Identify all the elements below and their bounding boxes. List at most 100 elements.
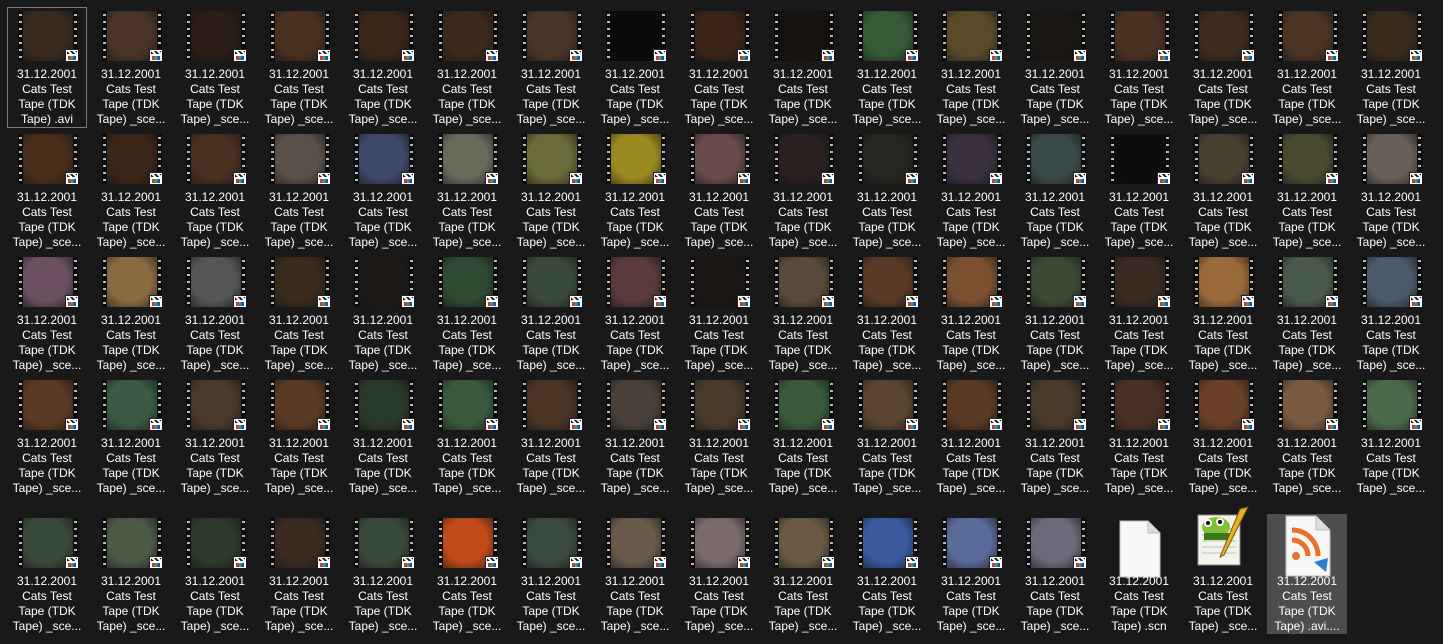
file-item[interactable]: 31.12.2001 Cats Test Tape (TDK Tape) _sce..… (427, 253, 507, 374)
video-thumbnail (18, 380, 78, 430)
file-item[interactable]: 31.12.2001 Cats Test Tape (TDK Tape) _sce..… (511, 7, 591, 128)
file-item[interactable]: 31.12.2001 Cats Test Tape (TDK Tape) _sce..… (1351, 7, 1431, 128)
file-item[interactable]: 31.12.2001 Cats Test Tape (TDK Tape) _sce..… (259, 253, 339, 374)
file-item[interactable]: 31.12.2001 Cats Test Tape (TDK Tape) _sce..… (175, 253, 255, 374)
file-item[interactable]: 31.12.2001 Cats Test Tape (TDK Tape) _sce..… (1183, 506, 1263, 634)
file-item[interactable]: 31.12.2001 Cats Test Tape (TDK Tape) _sce..… (91, 376, 171, 497)
file-item[interactable]: 31.12.2001 Cats Test Tape (TDK Tape) _sce..… (343, 130, 423, 251)
file-item[interactable]: 31.12.2001 Cats Test Tape (TDK Tape) _sce..… (595, 253, 675, 374)
file-item[interactable]: 31.12.2001 Cats Test Tape (TDK Tape) _sce..… (175, 130, 255, 251)
file-item[interactable]: 31.12.2001 Cats Test Tape (TDK Tape) _sce..… (175, 376, 255, 497)
file-item[interactable]: 31.12.2001 Cats Test Tape (TDK Tape) _sce..… (427, 7, 507, 128)
file-name: 31.12.2001 Cats Test Tape (TDK Tape) .avi (8, 67, 86, 127)
file-item[interactable]: 31.12.2001 Cats Test Tape (TDK Tape) _sce..… (1099, 7, 1179, 128)
file-item[interactable]: 31.12.2001 Cats Test Tape (TDK Tape) _sce..… (679, 130, 759, 251)
file-item[interactable]: 31.12.2001 Cats Test Tape (TDK Tape) _sce..… (1183, 376, 1263, 497)
file-item[interactable]: 31.12.2001 Cats Test Tape (TDK Tape) _sce..… (1099, 253, 1179, 374)
file-item[interactable]: 31.12.2001 Cats Test Tape (TDK Tape) _sce..… (763, 514, 843, 634)
file-item[interactable]: 31.12.2001 Cats Test Tape (TDK Tape) _sce..… (175, 514, 255, 634)
file-item[interactable]: 31.12.2001 Cats Test Tape (TDK Tape) _sce..… (259, 514, 339, 634)
file-item[interactable]: 31.12.2001 Cats Test Tape (TDK Tape) _sce..… (763, 7, 843, 128)
file-item[interactable]: 31.12.2001 Cats Test Tape (TDK Tape) _sce..… (847, 376, 927, 497)
file-name-line: Tape) _sce... (936, 358, 1006, 372)
file-item[interactable]: 31.12.2001 Cats Test Tape (TDK Tape) _sce..… (847, 253, 927, 374)
file-item[interactable]: 31.12.2001 Cats Test Tape (TDK Tape) _sce..… (1267, 7, 1347, 128)
file-item[interactable]: 31.12.2001 Cats Test Tape (TDK Tape) _sce..… (847, 7, 927, 128)
file-item[interactable]: 31.12.2001 Cats Test Tape (TDK Tape) _sce..… (91, 253, 171, 374)
file-item[interactable]: 31.12.2001 Cats Test Tape (TDK Tape) .scn (1099, 514, 1179, 634)
file-item[interactable]: 31.12.2001 Cats Test Tape (TDK Tape) _sce..… (931, 253, 1011, 374)
file-item[interactable]: 31.12.2001 Cats Test Tape (TDK Tape) _sce..… (679, 253, 759, 374)
file-name-line: Tape) _sce... (516, 235, 586, 249)
file-name-line: Cats Test (1030, 589, 1080, 603)
file-item[interactable]: 31.12.2001 Cats Test Tape (TDK Tape) .avi (7, 7, 87, 128)
file-item[interactable]: 31.12.2001 Cats Test Tape (TDK Tape) _sce..… (259, 130, 339, 251)
file-item[interactable]: 31.12.2001 Cats Test Tape (TDK Tape) _sce..… (931, 376, 1011, 497)
file-name-line: Tape (TDK (690, 604, 748, 618)
file-item[interactable]: 31.12.2001 Cats Test Tape (TDK Tape) _sce..… (847, 130, 927, 251)
file-item[interactable]: 31.12.2001 Cats Test Tape (TDK Tape) _sce..… (763, 376, 843, 497)
file-item[interactable]: 31.12.2001 Cats Test Tape (TDK Tape) _sce..… (427, 376, 507, 497)
file-item[interactable]: 31.12.2001 Cats Test Tape (TDK Tape) _sce..… (595, 376, 675, 497)
file-item[interactable]: 31.12.2001 Cats Test Tape (TDK Tape) _sce..… (91, 130, 171, 251)
file-item[interactable]: 31.12.2001 Cats Test Tape (TDK Tape) _sce..… (511, 253, 591, 374)
file-item[interactable]: 31.12.2001 Cats Test Tape (TDK Tape) _sce..… (595, 514, 675, 634)
file-name-line: 31.12.2001 (1024, 574, 1086, 588)
file-item[interactable]: 31.12.2001 Cats Test Tape (TDK Tape) _sce..… (1015, 253, 1095, 374)
file-item[interactable]: 31.12.2001 Cats Test Tape (TDK Tape) .avi..… (1267, 514, 1347, 634)
file-item[interactable]: 31.12.2001 Cats Test Tape (TDK Tape) _sce..… (343, 376, 423, 497)
file-item[interactable]: 31.12.2001 Cats Test Tape (TDK Tape) _sce..… (847, 514, 927, 634)
file-item[interactable]: 31.12.2001 Cats Test Tape (TDK Tape) _sce..… (1351, 130, 1431, 251)
file-item[interactable]: 31.12.2001 Cats Test Tape (TDK Tape) _sce..… (259, 376, 339, 497)
file-item[interactable]: 31.12.2001 Cats Test Tape (TDK Tape) _sce..… (511, 130, 591, 251)
file-name: 31.12.2001 Cats Test Tape (TDK Tape) _sce..… (176, 574, 254, 634)
file-item[interactable]: 31.12.2001 Cats Test Tape (TDK Tape) _sce..… (1099, 130, 1179, 251)
file-item[interactable]: 31.12.2001 Cats Test Tape (TDK Tape) _sce..… (1015, 376, 1095, 497)
file-item[interactable]: 31.12.2001 Cats Test Tape (TDK Tape) _sce..… (1267, 130, 1347, 251)
file-item[interactable]: 31.12.2001 Cats Test Tape (TDK Tape) _sce..… (7, 130, 87, 251)
file-item[interactable]: 31.12.2001 Cats Test Tape (TDK Tape) _sce..… (931, 7, 1011, 128)
file-item[interactable]: 31.12.2001 Cats Test Tape (TDK Tape) _sce..… (1351, 376, 1431, 497)
file-item[interactable]: 31.12.2001 Cats Test Tape (TDK Tape) _sce..… (91, 7, 171, 128)
file-item[interactable]: 31.12.2001 Cats Test Tape (TDK Tape) _sce..… (343, 7, 423, 128)
file-item[interactable]: 31.12.2001 Cats Test Tape (TDK Tape) _sce..… (91, 514, 171, 634)
file-item[interactable]: 31.12.2001 Cats Test Tape (TDK Tape) _sce..… (595, 130, 675, 251)
file-item[interactable]: 31.12.2001 Cats Test Tape (TDK Tape) _sce..… (7, 514, 87, 634)
file-item[interactable]: 31.12.2001 Cats Test Tape (TDK Tape) _sce..… (679, 514, 759, 634)
notepad-plus-plus-icon (1194, 505, 1249, 566)
file-item[interactable]: 31.12.2001 Cats Test Tape (TDK Tape) _sce..… (763, 253, 843, 374)
file-item[interactable]: 31.12.2001 Cats Test Tape (TDK Tape) _sce..… (763, 130, 843, 251)
file-item[interactable]: 31.12.2001 Cats Test Tape (TDK Tape) _sce..… (1183, 253, 1263, 374)
file-item[interactable]: 31.12.2001 Cats Test Tape (TDK Tape) _sce..… (1015, 7, 1095, 128)
file-item[interactable]: 31.12.2001 Cats Test Tape (TDK Tape) _sce..… (1267, 253, 1347, 374)
file-item[interactable]: 31.12.2001 Cats Test Tape (TDK Tape) _sce..… (1015, 130, 1095, 251)
file-item[interactable]: 31.12.2001 Cats Test Tape (TDK Tape) _sce..… (679, 7, 759, 128)
file-item[interactable]: 31.12.2001 Cats Test Tape (TDK Tape) _sce..… (343, 514, 423, 634)
video-thumbnail (1194, 134, 1254, 184)
file-item[interactable]: 31.12.2001 Cats Test Tape (TDK Tape) _sce..… (1099, 376, 1179, 497)
file-item[interactable]: 31.12.2001 Cats Test Tape (TDK Tape) _sce..… (343, 253, 423, 374)
file-name-line: Tape (TDK (354, 220, 412, 234)
file-item[interactable]: 31.12.2001 Cats Test Tape (TDK Tape) _sce..… (679, 376, 759, 497)
video-file-icon (905, 418, 918, 430)
file-item[interactable]: 31.12.2001 Cats Test Tape (TDK Tape) _sce..… (511, 376, 591, 497)
file-item[interactable]: 31.12.2001 Cats Test Tape (TDK Tape) _sce..… (931, 130, 1011, 251)
file-item[interactable]: 31.12.2001 Cats Test Tape (TDK Tape) _sce..… (1267, 376, 1347, 497)
file-item[interactable]: 31.12.2001 Cats Test Tape (TDK Tape) _sce..… (1015, 514, 1095, 634)
file-item[interactable]: 31.12.2001 Cats Test Tape (TDK Tape) _sce..… (1183, 130, 1263, 251)
file-item[interactable]: 31.12.2001 Cats Test Tape (TDK Tape) _sce..… (931, 514, 1011, 634)
file-item[interactable]: 31.12.2001 Cats Test Tape (TDK Tape) _sce..… (511, 514, 591, 634)
file-item[interactable]: 31.12.2001 Cats Test Tape (TDK Tape) _sce..… (427, 130, 507, 251)
file-name-line: Tape) _sce... (96, 358, 166, 372)
file-name-line: Tape (TDK (522, 466, 580, 480)
file-item[interactable]: 31.12.2001 Cats Test Tape (TDK Tape) _sce..… (427, 514, 507, 634)
file-item[interactable]: 31.12.2001 Cats Test Tape (TDK Tape) _sce..… (1351, 253, 1431, 374)
file-item[interactable]: 31.12.2001 Cats Test Tape (TDK Tape) _sce..… (175, 7, 255, 128)
file-item[interactable]: 31.12.2001 Cats Test Tape (TDK Tape) _sce..… (595, 7, 675, 128)
video-thumbnail (522, 257, 582, 307)
file-item[interactable]: 31.12.2001 Cats Test Tape (TDK Tape) _sce..… (7, 376, 87, 497)
file-name-line: Tape (TDK (186, 343, 244, 357)
file-item[interactable]: 31.12.2001 Cats Test Tape (TDK Tape) _sce..… (7, 253, 87, 374)
file-item[interactable]: 31.12.2001 Cats Test Tape (TDK Tape) _sce..… (1183, 7, 1263, 128)
file-item[interactable]: 31.12.2001 Cats Test Tape (TDK Tape) _sce..… (259, 7, 339, 128)
